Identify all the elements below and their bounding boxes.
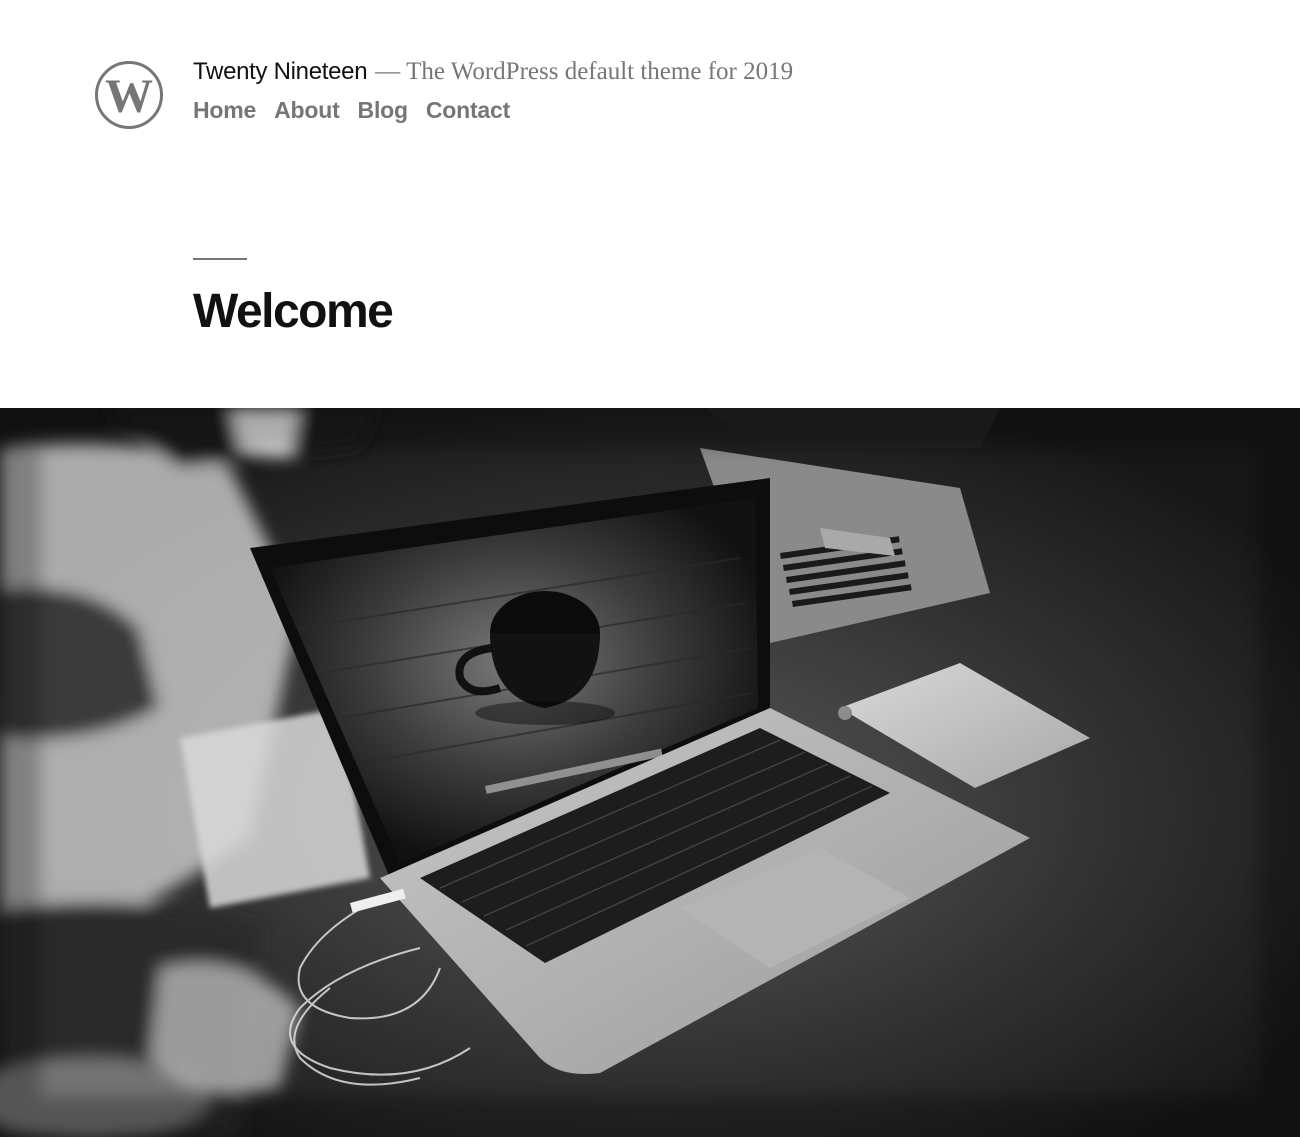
nav-item-home[interactable]: Home <box>193 97 256 124</box>
nav-item-blog[interactable]: Blog <box>358 97 409 124</box>
entry-header: Welcome <box>193 258 394 338</box>
nav-item-about[interactable]: About <box>274 97 340 124</box>
featured-image <box>0 408 1300 1137</box>
site-branding: Twenty Nineteen — The WordPress default t… <box>193 58 793 86</box>
main-navigation: Home About Blog Contact <box>193 97 510 124</box>
title-divider <box>193 258 247 260</box>
page-title: Welcome <box>193 285 394 338</box>
site-header: W Twenty Nineteen — The WordPress default… <box>0 0 1300 160</box>
site-title[interactable]: Twenty Nineteen <box>193 58 368 85</box>
svg-text:W: W <box>105 70 153 123</box>
laptop-on-desk-photo <box>0 408 1300 1137</box>
nav-item-contact[interactable]: Contact <box>426 97 510 124</box>
wordpress-logo-icon[interactable]: W <box>94 60 164 130</box>
site-description: — The WordPress default theme for 2019 <box>375 58 794 85</box>
